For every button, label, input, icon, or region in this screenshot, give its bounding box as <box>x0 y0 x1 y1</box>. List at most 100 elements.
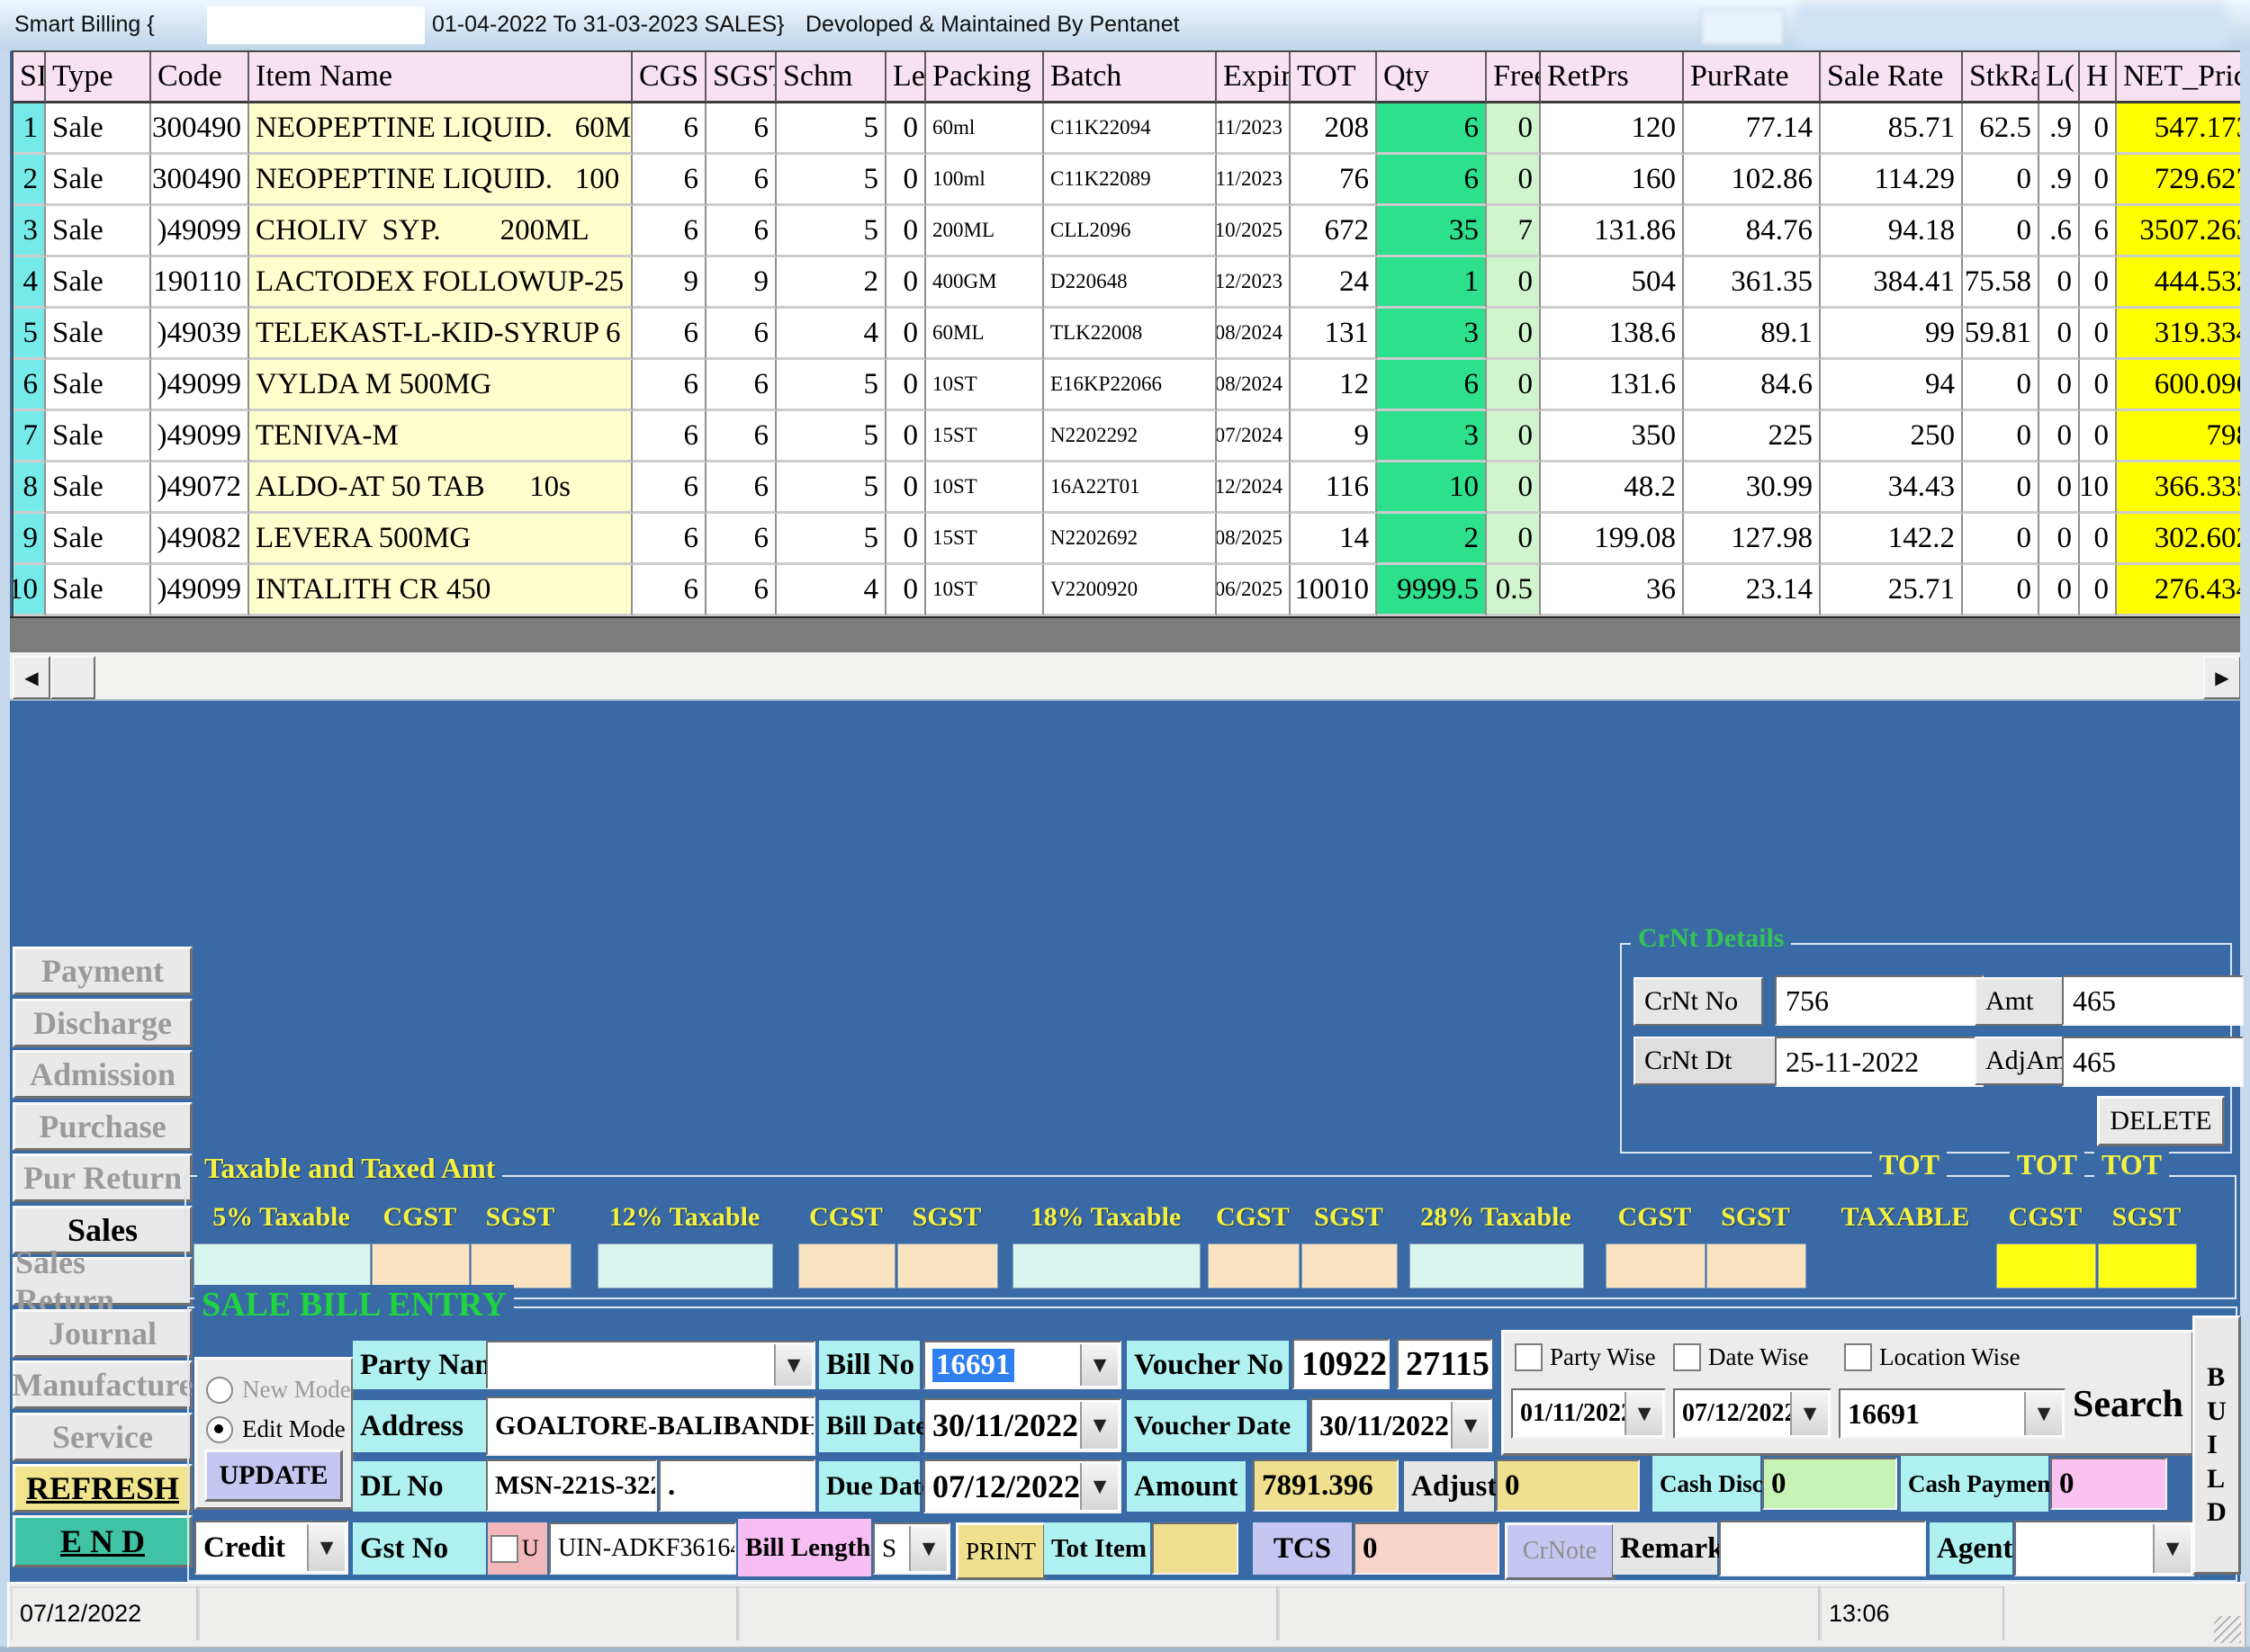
gst-no-input[interactable]: UIN-ADKF36164 <box>549 1522 736 1575</box>
column-header[interactable]: Batch <box>1044 52 1217 103</box>
grid-cell[interactable]: 11/2023 <box>1217 155 1291 206</box>
grid-cell[interactable]: 160 <box>1541 155 1684 206</box>
grid-cell[interactable]: E16KP22066 <box>1044 360 1217 411</box>
grid-cell[interactable]: N2202292 <box>1044 411 1217 462</box>
grid-cell[interactable]: 4 <box>777 309 886 360</box>
grid-cell[interactable]: 75.58 <box>1963 257 2039 309</box>
table-row[interactable]: 5Sale)49039TELEKAST-L-KID-SYRUP 6664060M… <box>14 309 2250 360</box>
grid-cell[interactable]: 0 <box>2039 514 2080 565</box>
grid-cell[interactable]: 0 <box>2039 411 2080 462</box>
grid-cell[interactable]: 5 <box>777 103 886 155</box>
bill-length-dropdown[interactable]: S ▼ <box>873 1522 950 1575</box>
grid-cell[interactable]: 84.76 <box>1684 206 1821 257</box>
grid-cell[interactable]: C11K22089 <box>1044 155 1217 206</box>
grid-cell[interactable]: 10 <box>2080 462 2117 514</box>
grid-cell[interactable]: 10/2025 <box>1217 206 1291 257</box>
grid-cell[interactable]: )49099 <box>151 565 249 616</box>
table-row[interactable]: 8Sale)49072ALDO-AT 50 TAB 10s665010ST16A… <box>14 462 2250 514</box>
grid-cell[interactable]: 0 <box>1963 462 2039 514</box>
grid-cell[interactable]: 4 <box>777 565 886 616</box>
column-header[interactable]: StkRa <box>1963 52 2039 103</box>
chevron-down-icon[interactable]: ▼ <box>1451 1402 1489 1449</box>
grid-cell[interactable]: 0 <box>2080 309 2117 360</box>
grid-cell[interactable]: 84.6 <box>1684 360 1821 411</box>
grid-cell[interactable]: 0 <box>2039 462 2080 514</box>
grid-cell[interactable]: 6 <box>633 103 706 155</box>
grid-cell[interactable]: 14 <box>1291 514 1377 565</box>
grid-cell[interactable]: 0 <box>886 360 926 411</box>
grid-cell[interactable]: 2 <box>777 257 886 309</box>
grid-cell[interactable]: 199.08 <box>1541 514 1684 565</box>
grid-cell[interactable]: 0 <box>2080 360 2117 411</box>
grid-cell[interactable]: Sale <box>46 206 151 257</box>
grid-cell[interactable]: 300490 <box>151 103 249 155</box>
grid-cell[interactable]: .9 <box>2039 155 2080 206</box>
grid-cell[interactable]: 48.2 <box>1541 462 1684 514</box>
grid-cell[interactable]: Sale <box>46 514 151 565</box>
grid-cell[interactable]: 0 <box>886 565 926 616</box>
column-header[interactable]: H <box>2080 52 2117 103</box>
dl-no-input-2[interactable]: . <box>659 1459 815 1512</box>
chevron-down-icon[interactable]: ▼ <box>1790 1392 1828 1435</box>
address-input[interactable]: GOALTORE-BALIBANDH <box>486 1396 815 1456</box>
grid-cell[interactable]: 225 <box>1684 411 1821 462</box>
print-button[interactable]: PRINT <box>956 1522 1046 1580</box>
grid-cell[interactable]: NEOPEPTINE LIQUID. 100 <box>249 155 633 206</box>
grid-cell[interactable]: 547.173 <box>2117 103 2250 155</box>
grid-cell[interactable]: 0 <box>1487 257 1541 309</box>
remark-input[interactable] <box>1719 1521 1926 1576</box>
grid-cell[interactable]: 7 <box>1487 206 1541 257</box>
scroll-thumb[interactable] <box>50 656 95 699</box>
grid-cell[interactable]: 300490 <box>151 155 249 206</box>
grid-cell[interactable]: 7 <box>14 411 46 462</box>
grid-cell[interactable]: 729.627 <box>2117 155 2250 206</box>
grid-cell[interactable]: 16A22T01 <box>1044 462 1217 514</box>
table-row[interactable]: 7Sale)49099TENIVA-M665015STN220229207/20… <box>14 411 2250 462</box>
adjust-value[interactable]: 0 <box>1496 1459 1640 1512</box>
grid-cell[interactable]: 85.71 <box>1821 103 1963 155</box>
table-row[interactable]: 4Sale190110LACTODEX FOLLOWUP-259920400GM… <box>14 257 2250 309</box>
grid-cell[interactable]: 190110 <box>151 257 249 309</box>
grid-cell[interactable]: 36 <box>1541 565 1684 616</box>
due-date-dropdown[interactable]: 07/12/2022 ▼ <box>923 1459 1121 1513</box>
grid-cell[interactable]: TENIVA-M <box>249 411 633 462</box>
grid-cell[interactable]: 94.18 <box>1821 206 1963 257</box>
agent-dropdown[interactable]: ▼ <box>2014 1521 2194 1576</box>
grid-cell[interactable]: 1 <box>1377 257 1487 309</box>
column-header[interactable]: TOT <box>1291 52 1377 103</box>
from-date-dropdown[interactable]: 01/11/2022 ▼ <box>1511 1388 1666 1439</box>
grid-cell[interactable]: 5 <box>777 155 886 206</box>
sidebar-item-sales-return[interactable]: Sales Return <box>13 1257 193 1306</box>
grid-cell[interactable]: 15ST <box>926 411 1044 462</box>
cash-disc-value[interactable]: 0 <box>1762 1458 1897 1510</box>
sidebar-item-purchase[interactable]: Purchase <box>13 1102 193 1151</box>
grid-cell[interactable]: 12/2023 <box>1217 257 1291 309</box>
tax-amount-box[interactable] <box>598 1243 773 1288</box>
grid-cell[interactable]: 250 <box>1821 411 1963 462</box>
column-header[interactable]: Expiry <box>1217 52 1291 103</box>
grid-cell[interactable]: 0 <box>886 206 926 257</box>
grid-cell[interactable]: 0 <box>1487 155 1541 206</box>
grid-cell[interactable]: 0 <box>1487 462 1541 514</box>
grid-cell[interactable]: 77.14 <box>1684 103 1821 155</box>
grid-cell[interactable]: 06/2025 <box>1217 565 1291 616</box>
cash-payment-value[interactable]: 0 <box>2050 1458 2167 1510</box>
grid-cell[interactable]: )49099 <box>151 411 249 462</box>
grid-cell[interactable]: 6 <box>1377 155 1487 206</box>
chevron-down-icon[interactable]: ▼ <box>1080 1402 1118 1449</box>
grid-cell[interactable]: 5 <box>777 206 886 257</box>
table-row[interactable]: 3Sale)49099CHOLIV SYP. 200ML6650200MLCLL… <box>14 206 2250 257</box>
grid-cell[interactable]: 131.86 <box>1541 206 1684 257</box>
party-wise-checkbox[interactable] <box>1515 1343 1543 1371</box>
grid-cell[interactable]: Sale <box>46 360 151 411</box>
voucher-no-2[interactable]: 27115 <box>1397 1339 1492 1389</box>
grid-cell[interactable]: )49072 <box>151 462 249 514</box>
grid-cell[interactable]: 0 <box>1487 103 1541 155</box>
grid-cell[interactable]: 0 <box>1487 411 1541 462</box>
table-row[interactable]: 6Sale)49099VYLDA M 500MG665010STE16KP220… <box>14 360 2250 411</box>
tax-amount-box[interactable] <box>1208 1243 1300 1288</box>
tax-amount-box[interactable] <box>471 1243 572 1288</box>
grid-cell[interactable]: 08/2024 <box>1217 360 1291 411</box>
grid-cell[interactable]: NEOPEPTINE LIQUID. 60M <box>249 103 633 155</box>
grid-cell[interactable]: 6 <box>14 360 46 411</box>
